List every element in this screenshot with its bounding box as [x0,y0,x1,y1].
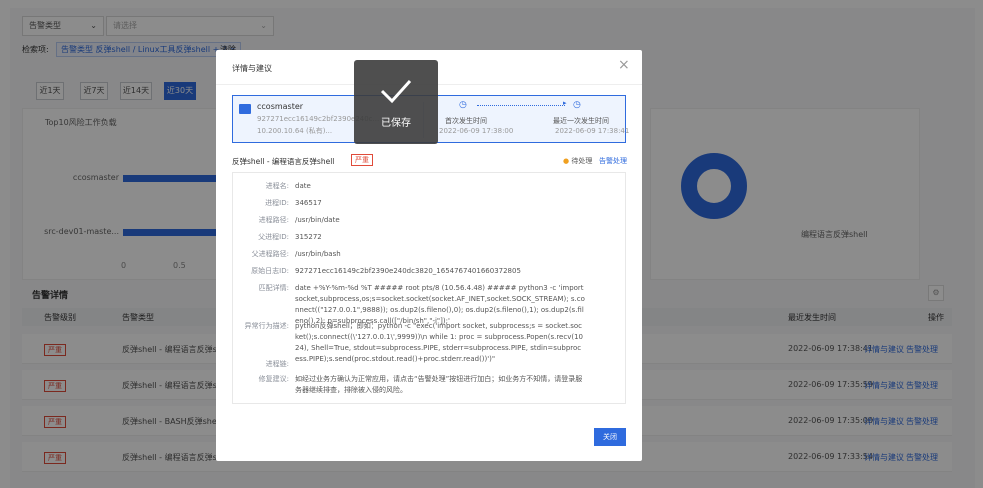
arrow-right-icon: ▸ [563,99,567,107]
status-dot-icon: ● [563,157,570,165]
field-label: 进程ID: [265,199,289,207]
field-label: 原始日志ID: [251,267,289,275]
server-icon [239,104,251,114]
severity-badge: 严重 [351,154,373,166]
toast-text: 已保存 [381,118,411,129]
field-label: 修复建议: [258,375,289,383]
status-badge: ● 待处理 [563,156,592,166]
field-value: 如经过业务方确认为正常应用，请点击“告警处理”按钮进行加白；如业务方不知情，请登… [295,375,583,394]
last-time-label: 最近一次发生时间 [553,117,609,125]
status-text: 待处理 [571,157,593,165]
field-label: 进程路径: [258,216,289,224]
modal-title: 详情与建议 [232,64,272,73]
timeline-line [477,105,565,106]
saved-toast: 已保存 [354,60,438,144]
first-time-value: 2022-06-09 17:38:00 [439,127,514,135]
host-ip: 10.200.10.64 (私有)... [257,127,333,135]
field-label: 匹配详情: [258,284,289,292]
close-button[interactable]: 关闭 [594,428,626,446]
field-value: 346517 [295,199,322,207]
field-label: 父进程ID: [258,233,289,241]
field-value: python反弹shell，即如：python -c "exec('import… [295,322,583,363]
field-value: 927271ecc16149c2bf2390e240dc3820_1654767… [295,267,521,275]
clock-icon: ◷ [573,100,581,110]
field-value: 315272 [295,233,322,241]
field-value: /usr/bin/date [295,216,340,224]
field-value: date [295,182,311,190]
field-value: /usr/bin/bash [295,250,341,258]
field-label: 进程名: [265,182,289,190]
field-label: 父进程路径: [251,250,289,258]
handle-alert-link[interactable]: 告警处理 [599,156,627,166]
close-icon[interactable]: × [618,57,630,73]
detail-fields: 进程名: date 进程ID: 346517 进程路径:/usr/bin/date … [232,172,626,404]
host-name: ccosmaster [257,102,304,111]
clock-icon: ◷ [459,100,467,110]
checkmark-icon [380,79,412,104]
field-label: 进程链: [265,360,289,368]
last-time-value: 2022-06-09 17:38:41 [555,127,630,135]
first-time-label: 首次发生时间 [445,117,487,125]
field-label: 异常行为描述: [244,322,289,330]
alert-title: 反弹shell - 编程语言反弹shell [232,157,335,166]
